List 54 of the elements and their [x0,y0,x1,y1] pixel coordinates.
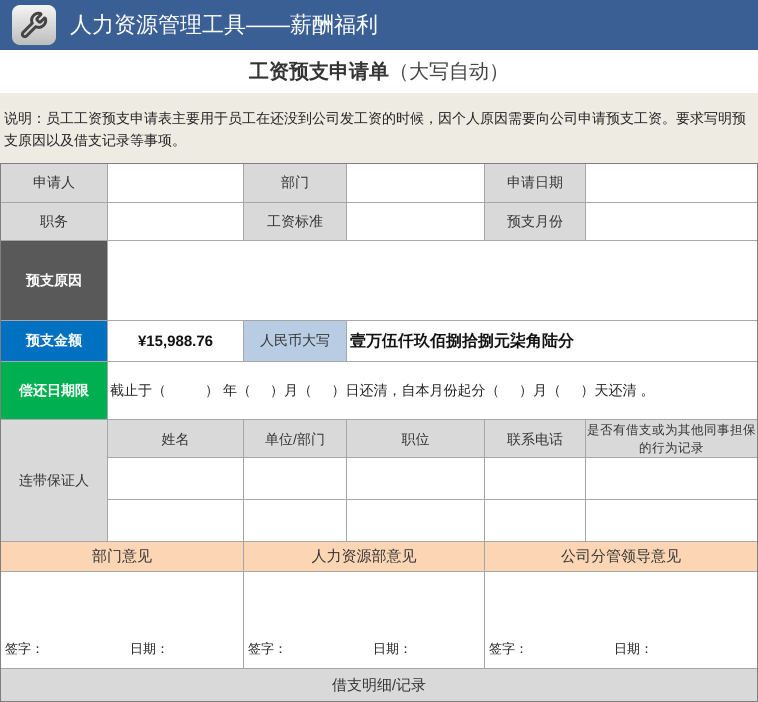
sign-label: 签字： [5,640,45,658]
field-label: 工资标准 [244,203,346,240]
input-field[interactable] [586,203,757,240]
table-cell[interactable] [108,500,243,541]
field-label: 预支月份 [485,203,585,240]
record-header: 借支明细/记录 [1,669,757,701]
table-cell[interactable] [347,458,484,499]
input-field[interactable] [347,164,484,202]
reason-label: 预支原因 [1,241,107,320]
description-text: 说明：员工工资预支申请表主要用于员工在还没到公司发工资的时候，因个人原因需要向公司申请预支工资。要求写明预支原因以及借支记录等事项。 [0,93,758,163]
opinion-header: 人力资源部意见 [244,542,484,571]
table-cell[interactable] [347,500,484,541]
opinion-header: 公司分管领导意见 [485,542,757,571]
column-header: 联系电话 [485,420,585,457]
field-label: 申请日期 [485,164,585,202]
column-header: 职位 [347,420,484,457]
field-label: 部门 [244,164,346,202]
guarantor-label: 连带保证人 [1,420,107,541]
table-cell[interactable] [244,458,346,499]
table-cell[interactable] [108,458,243,499]
input-field[interactable] [108,203,243,240]
app-icon [12,5,56,45]
form-title-note: （大写自动） [389,60,509,85]
table-cell[interactable] [586,458,757,499]
uppercase-label: 人民币大写 [244,321,346,361]
table-cell[interactable] [244,500,346,541]
opinion-field[interactable]: 签字： 日期： [1,572,243,668]
amount-value: ¥15,988.76 [108,321,243,361]
table-cell[interactable] [485,458,585,499]
input-field[interactable] [347,203,484,240]
input-field[interactable] [586,164,757,202]
repayment-label: 偿还日期限 [1,362,107,419]
input-field[interactable] [108,164,243,202]
opinion-field[interactable]: 签字： 日期： [485,572,757,668]
uppercase-value: 壹万伍仟玖佰捌拾捌元柒角陆分 [347,321,757,361]
reason-field[interactable] [108,241,757,320]
field-label: 职务 [1,203,107,240]
column-header: 单位/部门 [244,420,346,457]
table-cell[interactable] [586,500,757,541]
app-title: 人力资源管理工具——薪酬福利 [70,11,378,39]
sign-label: 签字： [489,640,529,658]
date-label: 日期： [130,640,170,658]
date-label: 日期： [373,640,413,658]
column-header: 是否有借支或为其他同事担保的行为记录 [586,420,757,457]
opinion-field[interactable]: 签字： 日期： [244,572,484,668]
form-title: 工资预支申请单 [249,60,389,85]
opinion-header: 部门意见 [1,542,243,571]
field-label: 申请人 [1,164,107,202]
date-label: 日期： [614,640,654,658]
column-header: 姓名 [108,420,243,457]
repayment-text: 截止于（ ） 年（ ）月（ ）日还清，自本月份起分（ ）月（ ）天还清 。 [108,362,757,419]
amount-label: 预支金额 [1,321,107,361]
sign-label: 签字： [248,640,288,658]
table-cell[interactable] [485,500,585,541]
